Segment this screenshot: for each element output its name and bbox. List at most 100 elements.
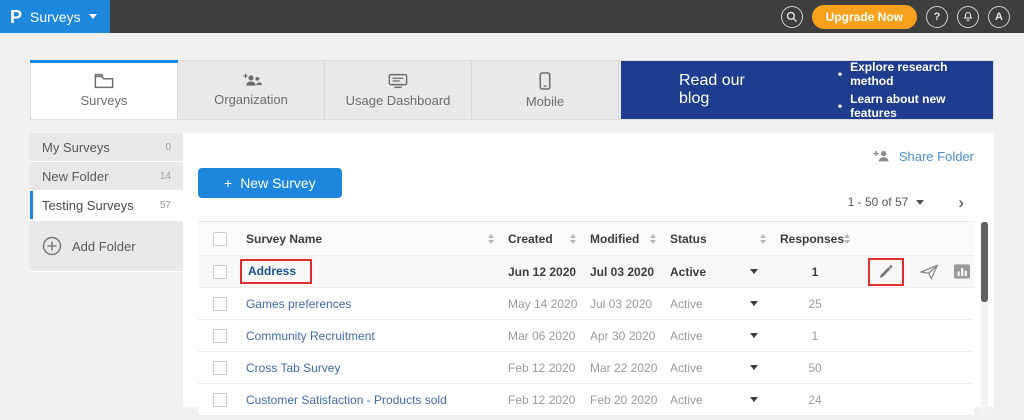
blog-bullet: Learn about new features [838, 92, 993, 120]
status-label: Active [670, 297, 703, 311]
page-size-dropdown[interactable] [916, 200, 924, 205]
table-row[interactable]: Address Jun 12 2020 Jul 03 2020 Active 1 [198, 256, 974, 288]
share-folder-link[interactable]: Share Folder [899, 149, 974, 164]
folder-sidebar: My Surveys 0 New Folder 14 Testing Surve… [30, 133, 183, 407]
survey-name-link[interactable]: Cross Tab Survey [246, 361, 340, 375]
sort-icon[interactable] [570, 234, 576, 244]
sort-icon[interactable] [844, 234, 850, 244]
content-area: My Surveys 0 New Folder 14 Testing Surve… [30, 133, 994, 407]
modified-cell: Feb 20 2020 [586, 393, 666, 407]
folder-label: New Folder [42, 169, 108, 184]
edit-survey-button[interactable] [878, 264, 894, 280]
row-checkbox[interactable] [213, 297, 227, 311]
plus-icon: + [224, 175, 232, 191]
bell-icon [962, 11, 974, 23]
col-survey-name: Survey Name [246, 232, 322, 246]
sort-icon[interactable] [760, 234, 766, 244]
responses-cell: 1 [776, 329, 854, 343]
status-dropdown-caret[interactable] [750, 397, 758, 402]
add-folder-button[interactable]: Add Folder [30, 221, 183, 271]
status-dropdown-caret[interactable] [750, 301, 758, 306]
row-checkbox[interactable] [213, 393, 227, 407]
table-row[interactable]: Games preferences May 14 2020 Jul 03 202… [198, 288, 974, 320]
bar-chart-icon [954, 264, 970, 279]
table-row[interactable]: Cross Tab Survey Feb 12 2020 Mar 22 2020… [198, 352, 974, 384]
scrollbar-thumb[interactable] [981, 222, 988, 302]
col-responses: Responses [780, 232, 844, 246]
paper-plane-icon [920, 264, 938, 280]
status-dropdown-caret[interactable] [750, 333, 758, 338]
tab-label: Mobile [526, 94, 564, 109]
tab-strip: Surveys Organization Usage Dashboard Mob… [30, 60, 994, 120]
topbar-actions: Upgrade Now ? A [781, 5, 1024, 29]
folder-count: 57 [160, 200, 171, 211]
help-button[interactable]: ? [926, 6, 948, 28]
sidebar-item-my-surveys[interactable]: My Surveys 0 [30, 133, 183, 161]
upgrade-now-button[interactable]: Upgrade Now [812, 5, 917, 29]
created-cell: May 14 2020 [504, 297, 586, 311]
tab-label: Usage Dashboard [346, 93, 451, 108]
pagination-range: 1 - 50 of 57 [848, 195, 909, 209]
blog-banner-title: Read our blog [679, 72, 778, 108]
row-checkbox[interactable] [213, 361, 227, 375]
status-dropdown-caret[interactable] [750, 269, 758, 274]
next-page-button[interactable]: › [958, 194, 964, 211]
chevron-down-icon [89, 14, 97, 19]
row-checkbox[interactable] [213, 329, 227, 343]
status-label: Active [670, 361, 703, 375]
modified-cell: Apr 30 2020 [586, 329, 666, 343]
modified-cell: Jul 03 2020 [586, 265, 666, 279]
survey-name-link[interactable]: Games preferences [246, 297, 351, 311]
table-row[interactable]: Customer Satisfaction - Products sold Fe… [198, 384, 974, 416]
blog-bullet: Explore research method [838, 60, 993, 88]
notifications-button[interactable] [957, 6, 979, 28]
table-body: Address Jun 12 2020 Jul 03 2020 Active 1… [198, 256, 974, 416]
search-icon [786, 11, 798, 23]
status-label: Active [670, 329, 703, 343]
blog-banner[interactable]: Read our blog Explore research method Le… [621, 61, 993, 119]
survey-name-link[interactable]: Customer Satisfaction - Products sold [246, 393, 447, 407]
people-add-icon [240, 73, 262, 88]
survey-name-link[interactable]: Address [248, 264, 296, 278]
new-survey-button[interactable]: + New Survey [198, 168, 342, 198]
responses-cell: 50 [776, 361, 854, 375]
created-cell: Mar 06 2020 [504, 329, 586, 343]
sort-icon[interactable] [650, 234, 656, 244]
folder-label: My Surveys [42, 140, 110, 155]
avatar[interactable]: A [988, 6, 1010, 28]
sidebar-item-testing-surveys[interactable]: Testing Surveys 57 [30, 191, 183, 219]
folder-icon [94, 73, 114, 89]
sidebar-item-new-folder[interactable]: New Folder 14 [30, 162, 183, 190]
table-scrollbar[interactable] [981, 222, 988, 416]
search-button[interactable] [781, 6, 803, 28]
reports-button[interactable] [954, 264, 970, 279]
proprofs-logo: P [10, 8, 22, 26]
status-label: Active [670, 393, 703, 407]
col-modified: Modified [590, 232, 639, 246]
table-row[interactable]: Community Recruitment Mar 06 2020 Apr 30… [198, 320, 974, 352]
phone-icon [539, 72, 551, 90]
edit-annotation-box [868, 258, 904, 286]
tab-usage-dashboard[interactable]: Usage Dashboard [325, 61, 472, 119]
row-checkbox[interactable] [213, 265, 227, 279]
tab-surveys[interactable]: Surveys [31, 61, 178, 119]
app-switcher[interactable]: P Surveys [0, 0, 110, 33]
table-header: Survey Name Created Modified Status Resp… [198, 222, 974, 256]
folder-count: 0 [165, 142, 171, 153]
tab-organization[interactable]: Organization [178, 61, 325, 119]
send-survey-button[interactable] [920, 264, 938, 280]
survey-list-panel: Share Folder + New Survey 1 - 50 of 57 ›… [183, 133, 994, 407]
status-dropdown-caret[interactable] [750, 365, 758, 370]
tab-mobile[interactable]: Mobile [472, 61, 619, 119]
survey-name-link[interactable]: Community Recruitment [246, 329, 375, 343]
modified-cell: Jul 03 2020 [586, 297, 666, 311]
responses-cell: 24 [776, 393, 854, 407]
pencil-icon [878, 264, 894, 280]
blog-banner-bullets: Explore research method Learn about new … [838, 56, 993, 124]
modified-cell: Mar 22 2020 [586, 361, 666, 375]
sort-icon[interactable] [488, 234, 494, 244]
top-bar: P Surveys Upgrade Now ? A [0, 0, 1024, 33]
select-all-checkbox[interactable] [213, 232, 227, 246]
add-folder-label: Add Folder [72, 239, 136, 254]
share-person-icon [872, 149, 892, 163]
